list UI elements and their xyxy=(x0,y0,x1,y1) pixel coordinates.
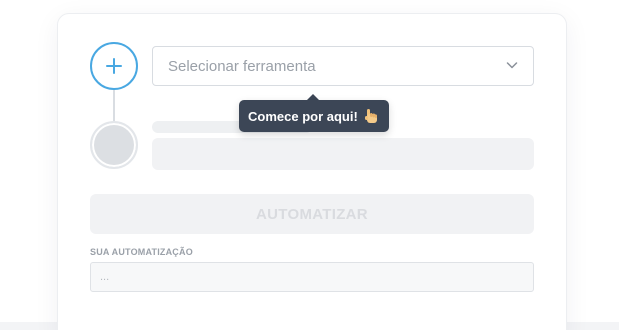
chevron-down-icon xyxy=(506,62,518,69)
output-label: SUA AUTOMATIZAÇÃO xyxy=(90,247,193,257)
tooltip-text: Comece por aqui! xyxy=(248,108,358,124)
add-step-button[interactable] xyxy=(90,42,138,90)
tool-select[interactable]: Selecionar ferramenta xyxy=(152,46,534,86)
step-placeholder-circle xyxy=(90,121,138,169)
tool-select-placeholder: Selecionar ferramenta xyxy=(168,57,316,75)
skeleton-field xyxy=(152,138,534,170)
pointing-hand-icon xyxy=(364,109,377,123)
automation-output-field[interactable] xyxy=(90,262,534,292)
automate-button[interactable]: AUTOMATIZAR xyxy=(90,194,534,234)
onboarding-tooltip: Comece por aqui! xyxy=(239,100,389,132)
step-connector xyxy=(113,90,115,122)
